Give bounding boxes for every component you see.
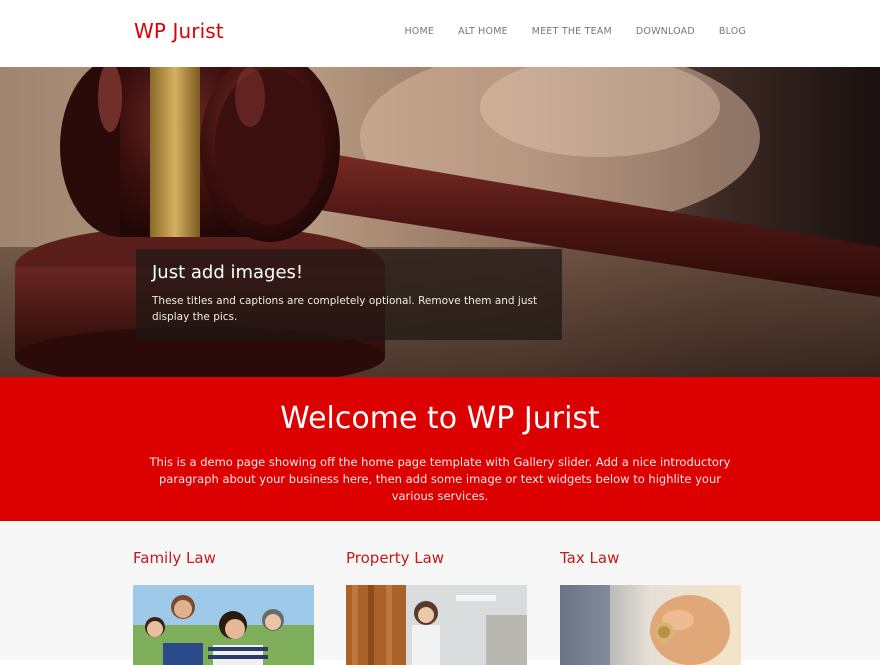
slide-caption: Just add images! These titles and captio… xyxy=(136,249,562,340)
caption-title: Just add images! xyxy=(152,262,304,283)
caption-text: These titles and captions are completely… xyxy=(152,295,538,323)
nav-item-meet-the-team[interactable]: MEET THE TEAM xyxy=(532,25,612,39)
family-image xyxy=(133,585,314,665)
main-nav: HOME ALT HOME MEET THE TEAM DOWNLOAD BLO… xyxy=(380,25,746,39)
tax-image xyxy=(560,585,741,665)
nav-item-blog[interactable]: BLOG xyxy=(719,25,746,39)
service-tax-law: Tax Law xyxy=(560,521,741,665)
family-photo[interactable] xyxy=(133,585,314,665)
services-section: Family Law Property Law Tax Law xyxy=(0,521,880,665)
nav-item-download[interactable]: DOWNLOAD xyxy=(636,25,695,39)
service-title[interactable]: Family Law xyxy=(133,521,314,568)
hero-slider[interactable]: Just add images! These titles and captio… xyxy=(0,67,880,377)
nav-item-alt-home[interactable]: ALT HOME xyxy=(458,25,508,39)
property-image xyxy=(346,585,527,665)
tax-photo[interactable] xyxy=(560,585,741,665)
service-family-law: Family Law xyxy=(133,521,314,665)
site-logo[interactable]: WP Jurist xyxy=(134,18,224,44)
welcome-section: Welcome to WP Jurist This is a demo page… xyxy=(0,377,880,521)
service-title[interactable]: Tax Law xyxy=(560,521,741,568)
welcome-title: Welcome to WP Jurist xyxy=(280,401,600,436)
service-title[interactable]: Property Law xyxy=(346,521,527,568)
site-header: WP Jurist HOME ALT HOME MEET THE TEAM DO… xyxy=(0,0,880,67)
property-photo[interactable] xyxy=(346,585,527,665)
welcome-text: This is a demo page showing off the home… xyxy=(149,455,731,503)
service-property-law: Property Law xyxy=(346,521,527,665)
nav-item-home[interactable]: HOME xyxy=(404,25,434,39)
